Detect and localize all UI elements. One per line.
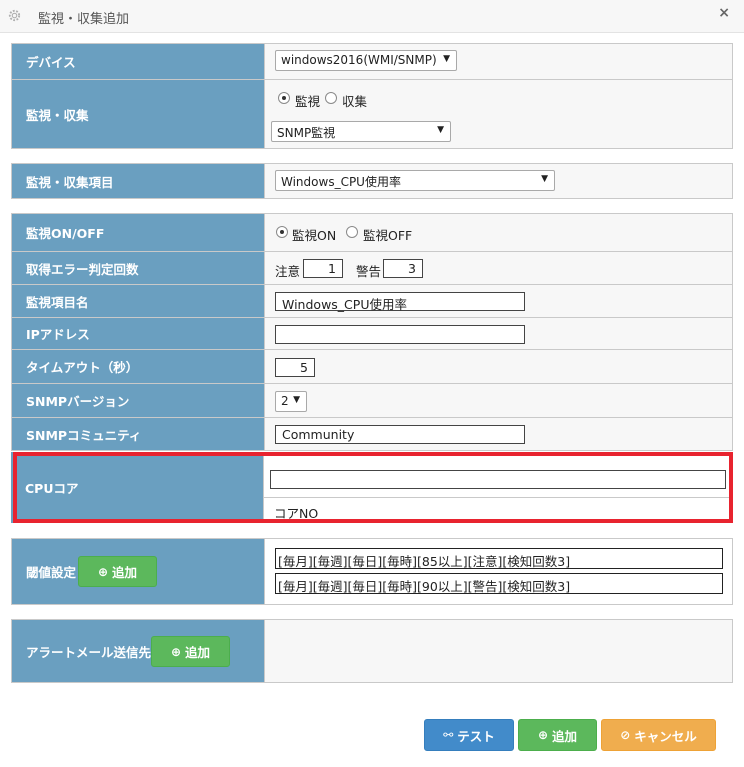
radio-off[interactable] <box>346 226 358 238</box>
plus-circle-icon: ⊕ <box>170 644 182 659</box>
radio-on-label: 監視ON <box>292 228 337 243</box>
ban-icon: ⊘ <box>620 728 631 742</box>
add-button-label: 追加 <box>552 728 578 744</box>
error-label: 取得エラー判定回数 <box>12 252 264 284</box>
alert-add-button[interactable]: ⊕ 追加 <box>151 636 230 667</box>
timeout-row: タイムアウト（秒） 5 <box>12 349 732 383</box>
dialog-title: 監視・収集追加 <box>38 12 130 27</box>
snmpver-row: SNMPバージョン 2 ▼ <box>12 383 732 417</box>
threshold-entry-1[interactable]: [毎月][毎週][毎日][毎時][85以上][注意][検知回数3] <box>275 548 723 569</box>
threshold-add-button[interactable]: ⊕ 追加 <box>78 556 157 587</box>
chevron-down-icon: ▼ <box>293 395 300 405</box>
settings-section: 監視ON/OFF 監視ON 監視OFF 取得エラー判定回数 注意 1 警告 3 … <box>11 213 733 451</box>
chevron-down-icon: ▼ <box>437 125 444 135</box>
caution-input[interactable]: 1 <box>303 259 343 278</box>
itemname-input[interactable]: Windows_CPU使用率 <box>275 292 525 312</box>
kanshi-row: 監視・収集 監視 収集 SNMP監視 ▼ <box>12 79 732 148</box>
item-row: 監視・収集項目 Windows_CPU使用率 ▼ <box>12 164 732 198</box>
alert-label-text: アラートメール送信先 <box>26 644 152 660</box>
radio-off-label: 監視OFF <box>363 228 413 243</box>
threshold-entry-2[interactable]: [毎月][毎週][毎日][毎時][90以上][警告][検知回数3] <box>275 573 723 594</box>
item-section: 監視・収集項目 Windows_CPU使用率 ▼ <box>11 163 733 199</box>
onoff-row: 監視ON/OFF 監視ON 監視OFF <box>12 214 732 251</box>
plus-circle-icon: ⊕ <box>537 728 549 742</box>
add-button[interactable]: ⊕ 追加 <box>518 719 597 751</box>
cancel-button-label: キャンセル <box>634 728 697 744</box>
kanshi-type-value: SNMP監視 <box>277 126 336 140</box>
radio-kanshi-label: 監視 <box>295 94 321 109</box>
snmpver-label: SNMPバージョン <box>12 384 264 417</box>
threshold-add-label: 追加 <box>112 565 138 580</box>
device-select-value: windows2016(WMI/SNMP) <box>281 53 437 67</box>
radio-on[interactable] <box>276 226 288 238</box>
onoff-label: 監視ON/OFF <box>12 214 264 251</box>
community-row: SNMPコミュニティ Community <box>12 417 732 450</box>
kanshi-type-select[interactable]: SNMP監視 ▼ <box>271 121 451 142</box>
itemname-label: 監視項目名 <box>12 285 264 317</box>
plus-circle-icon: ⊕ <box>97 564 109 579</box>
test-button[interactable]: ⚯ テスト <box>424 719 514 751</box>
ip-input[interactable] <box>275 325 525 344</box>
ip-label: IPアドレス <box>12 318 264 349</box>
alert-section: アラートメール送信先 ⊕ 追加 <box>11 619 733 683</box>
itemname-row: 監視項目名 Windows_CPU使用率 <box>12 284 732 317</box>
chevron-down-icon: ▼ <box>541 174 548 184</box>
item-select-value: Windows_CPU使用率 <box>281 175 401 189</box>
alert-add-label: 追加 <box>185 645 211 660</box>
item-label: 監視・収集項目 <box>12 164 264 198</box>
warning-input[interactable]: 3 <box>383 259 423 278</box>
ip-row: IPアドレス <box>12 317 732 349</box>
alert-row: アラートメール送信先 ⊕ 追加 <box>12 620 732 682</box>
dialog-titlebar: 監視・収集追加 × <box>0 0 744 33</box>
snmpver-value: 2 <box>281 394 289 408</box>
caution-label: 注意 <box>275 264 301 279</box>
warning-label: 警告 <box>356 264 382 279</box>
kanshi-label: 監視・収集 <box>12 80 264 148</box>
close-icon[interactable]: × <box>718 5 730 21</box>
device-row: デバイス windows2016(WMI/SNMP) ▼ <box>12 44 732 79</box>
error-row: 取得エラー判定回数 注意 1 警告 3 <box>12 251 732 284</box>
community-label: SNMPコミュニティ <box>12 418 264 450</box>
item-select[interactable]: Windows_CPU使用率 ▼ <box>275 170 555 191</box>
radio-shushu[interactable] <box>325 92 337 104</box>
chevron-down-icon: ▼ <box>443 54 450 64</box>
cancel-button[interactable]: ⊘ キャンセル <box>601 719 716 751</box>
link-icon: ⚯ <box>443 728 454 742</box>
threshold-label-text: 閾値設定 <box>26 565 77 580</box>
radio-kanshi[interactable] <box>278 92 290 104</box>
test-button-label: テスト <box>457 728 495 744</box>
timeout-input[interactable]: 5 <box>275 358 315 377</box>
device-label: デバイス <box>12 44 264 79</box>
community-input[interactable]: Community <box>275 425 525 444</box>
gear-icon <box>8 9 21 22</box>
radio-shushu-label: 収集 <box>342 94 368 109</box>
highlight-box <box>13 452 733 523</box>
device-section: デバイス windows2016(WMI/SNMP) ▼ 監視・収集 監視 収集 … <box>11 43 733 149</box>
snmpver-select[interactable]: 2 ▼ <box>275 391 307 412</box>
timeout-label: タイムアウト（秒） <box>12 350 264 383</box>
device-select[interactable]: windows2016(WMI/SNMP) ▼ <box>275 50 457 71</box>
